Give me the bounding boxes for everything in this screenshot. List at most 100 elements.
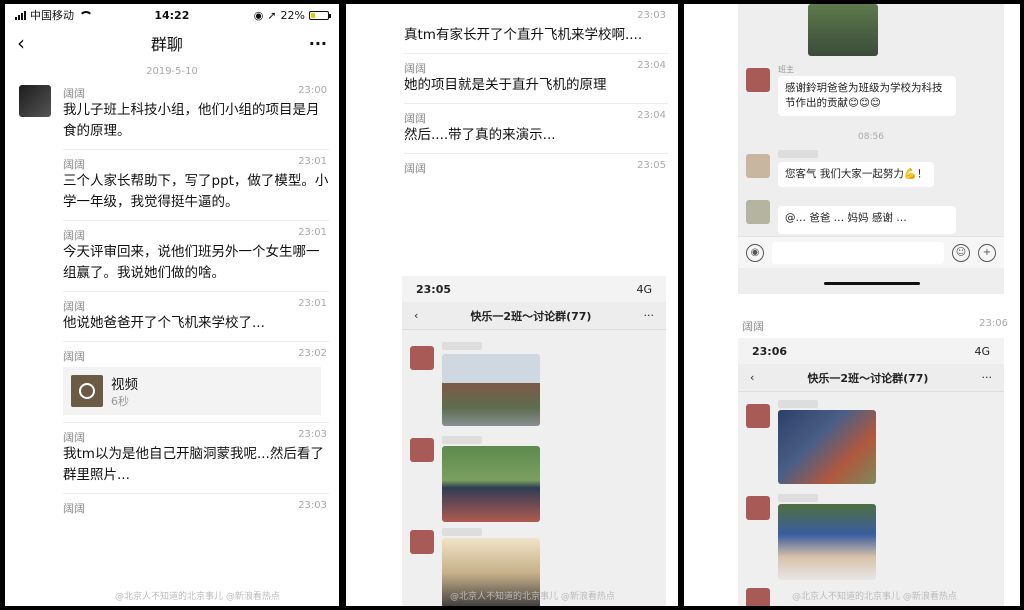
message-input[interactable] [772, 241, 944, 264]
sender-name: 班主 [778, 65, 794, 74]
watermark: @北京人不知道的北京事儿 @新浪看热点 [115, 592, 280, 602]
message[interactable]: 阔阔 23:05 [346, 154, 678, 183]
embedded-clock: 23:05 [416, 282, 452, 296]
blurred-name [442, 436, 482, 444]
message-text: 三个人家长帮助下，写了ppt，做了模型。小学一年级，我觉得挺牛逼的。 [63, 173, 329, 210]
message[interactable]: 阔阔 23:06 [684, 312, 1020, 341]
embedded-status-bar: 23:06 4G [738, 338, 1004, 364]
location-icon: ➚ [267, 8, 277, 22]
sender-name: 阔阔 [63, 300, 85, 313]
avatar [746, 200, 770, 224]
sender-name: 阔阔 [63, 87, 85, 100]
message-bubble[interactable]: 感谢鈴玥爸爸为班级为学校为科技节作出的贡献😊😊😊 [778, 76, 956, 116]
message-time: 23:01 [298, 156, 327, 167]
message[interactable]: 阔阔 23:01 今天评审回来，说他们班另外一个女生哪一组赢了。我说她们做的啥。 [5, 221, 339, 292]
avatar [410, 346, 434, 370]
chat-panel-2: 23:03 真tm有家长开了个直升飞机来学校啊.... 阔阔 23:04 她的项… [346, 4, 678, 606]
video-play-icon[interactable] [71, 375, 103, 407]
voice-icon[interactable]: ◉ [746, 243, 764, 262]
embedded-screenshot[interactable]: 23:05 4G ‹ 快乐一2班～讨论群(77) ··· [402, 276, 666, 606]
sender-name: 阔阔 [404, 62, 426, 75]
avatar[interactable] [19, 85, 51, 117]
chat-title: 群聊 [150, 35, 183, 54]
embedded-chat-title: 快乐一2班～讨论群(77) [807, 371, 929, 385]
message-text: 她的项目就是关于直升飞机的原理 [404, 77, 607, 93]
message[interactable]: 23:03 真tm有家长开了个直升飞机来学校啊.... [346, 4, 678, 54]
helicopter-photo[interactable] [442, 446, 540, 522]
emoji-icon[interactable]: ☺ [952, 243, 970, 262]
video-duration: 6秒 [111, 395, 129, 408]
sender-name: 阔阔 [63, 158, 85, 171]
embedded-screenshot[interactable]: 23:06 4G ‹ 快乐一2班～讨论群(77) ··· [738, 338, 1004, 606]
helicopter-photo[interactable] [442, 354, 540, 426]
message[interactable]: 阔阔 23:01 三个人家长帮助下，写了ppt，做了模型。小学一年级，我觉得挺牛… [5, 150, 339, 221]
avatar [746, 404, 770, 428]
message[interactable]: 阔阔 23:03 我tm以为是他自己开脑洞蒙我呢...然后看了群里照片... [5, 423, 339, 494]
message-text: 真tm有家长开了个直升飞机来学校啊.... [404, 27, 643, 43]
message-time: 23:06 [979, 318, 1008, 329]
message-text: 然后....带了真的来演示... [404, 127, 556, 143]
date-separator: 2019-5-10 [146, 66, 198, 77]
message-time: 23:01 [298, 227, 327, 238]
message-bubble[interactable]: 您客气 我们大家一起努力💪！ [778, 162, 935, 187]
blurred-name [778, 150, 818, 158]
add-icon[interactable]: + [978, 243, 996, 262]
message-time: 23:05 [637, 160, 666, 171]
chat-header: ‹ 群聊 ··· [5, 26, 339, 60]
helicopter-photo[interactable] [778, 504, 876, 580]
signal-icon [15, 10, 26, 20]
message-time: 23:03 [298, 500, 327, 511]
blurred-name [442, 528, 482, 536]
embedded-chat-header: ‹ 快乐一2班～讨论群(77) ··· [402, 302, 666, 330]
sender-name: 阔阔 [63, 229, 85, 242]
more-icon[interactable]: ··· [309, 34, 327, 53]
message[interactable]: 阔阔 23:02 视频 6秒 [5, 342, 339, 423]
message-text: 今天评审回来，说他们班另外一个女生哪一组赢了。我说她们做的啥。 [63, 244, 320, 281]
message[interactable]: 阔阔 23:03 [5, 494, 339, 523]
lock-icon: ◉ [253, 8, 264, 22]
embedded-screenshot-top[interactable]: 班主 感谢鈴玥爸爸为班级为学校为科技节作出的贡献😊😊😊 08:56 您客气 我们… [738, 4, 1004, 294]
message-time: 23:00 [298, 85, 327, 96]
video-message[interactable]: 视频 6秒 [63, 367, 321, 415]
helicopter-photo[interactable] [778, 410, 876, 484]
embedded-clock: 23:06 [752, 344, 788, 358]
message[interactable]: 阔阔 23:00 我儿子班上科技小组，他们小组的项目是月食的原理。 [5, 79, 339, 150]
message[interactable]: 阔阔 23:04 她的项目就是关于直升飞机的原理 [346, 54, 678, 104]
watermark: @北京人不知道的北京事儿 @新浪看热点 [792, 592, 957, 602]
back-icon: ‹ [750, 371, 755, 384]
video-label: 视频 [111, 377, 138, 393]
embedded-status-bar: 23:05 4G [402, 276, 666, 302]
message-bubble[interactable]: @… 爸爸 … 妈妈 感谢 … [778, 206, 956, 234]
message[interactable]: 阔阔 23:01 他说她爸爸开了个飞机来学校了... [5, 292, 339, 342]
chat-panel-1: 中国移动 14:22 ◉ ➚ 22% ‹ 群聊 ··· 2019-5-10 阔阔 2… [5, 4, 339, 606]
embedded-network: 4G [636, 282, 652, 296]
back-icon: ‹ [414, 309, 419, 322]
message-time: 23:04 [637, 60, 666, 71]
avatar [746, 154, 770, 178]
avatar [410, 438, 434, 462]
message-text: 我tm以为是他自己开脑洞蒙我呢...然后看了群里照片... [63, 446, 324, 483]
embedded-chat-title: 快乐一2班～讨论群(77) [470, 309, 592, 323]
message-time: 23:03 [298, 429, 327, 440]
avatar [746, 496, 770, 520]
chat-panel-3: 班主 感谢鈴玥爸爸为班级为学校为科技节作出的贡献😊😊😊 08:56 您客气 我们… [684, 4, 1020, 606]
message[interactable]: 阔阔 23:04 然后....带了真的来演示... [346, 104, 678, 154]
message-time: 23:04 [637, 110, 666, 121]
message-time: 23:01 [298, 298, 327, 309]
sender-name: 阔阔 [63, 502, 85, 515]
back-icon[interactable]: ‹ [17, 31, 25, 55]
wifi-icon [78, 10, 93, 20]
battery-icon [308, 10, 331, 20]
sender-name: 阔阔 [63, 350, 85, 363]
carrier: 中国移动 [30, 9, 74, 22]
more-icon: ··· [643, 309, 654, 322]
avatar [746, 588, 770, 606]
helicopter-photo[interactable] [808, 4, 878, 56]
avatar [746, 68, 770, 92]
clock: 14:22 [154, 8, 190, 22]
blurred-name [442, 342, 482, 350]
input-bar: ◉ ☺ + [738, 236, 1004, 268]
blurred-name [778, 494, 818, 502]
sender-name: 阔阔 [63, 431, 85, 444]
status-bar: 中国移动 14:22 ◉ ➚ 22% [5, 4, 339, 26]
